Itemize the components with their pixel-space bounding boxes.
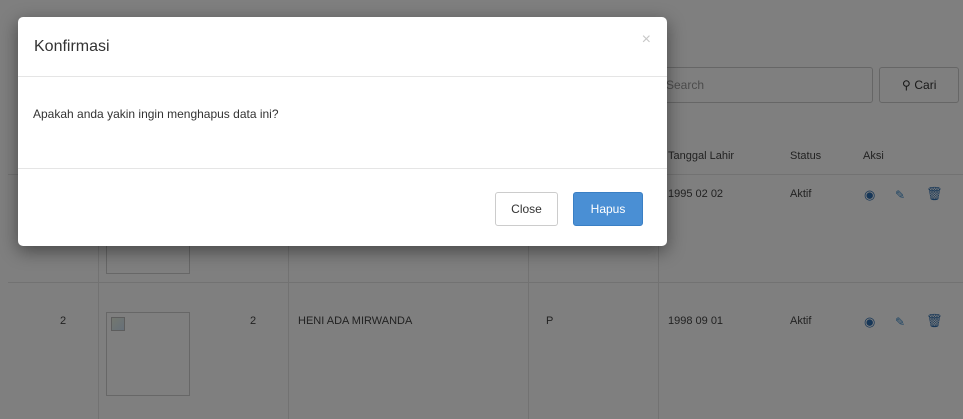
- delete-button[interactable]: Hapus: [573, 192, 643, 226]
- dialog-title: Konfirmasi: [34, 38, 110, 55]
- dialog-footer: Close Hapus: [18, 169, 667, 247]
- dialog-message: Apakah anda yakin ingin menghapus data i…: [33, 107, 279, 121]
- dialog-header: Konfirmasi ×: [18, 17, 667, 77]
- close-icon[interactable]: ×: [642, 31, 651, 49]
- dialog-body: Apakah anda yakin ingin menghapus data i…: [18, 77, 667, 169]
- close-button[interactable]: Close: [495, 192, 558, 226]
- confirm-dialog: Konfirmasi × Apakah anda yakin ingin men…: [18, 17, 667, 246]
